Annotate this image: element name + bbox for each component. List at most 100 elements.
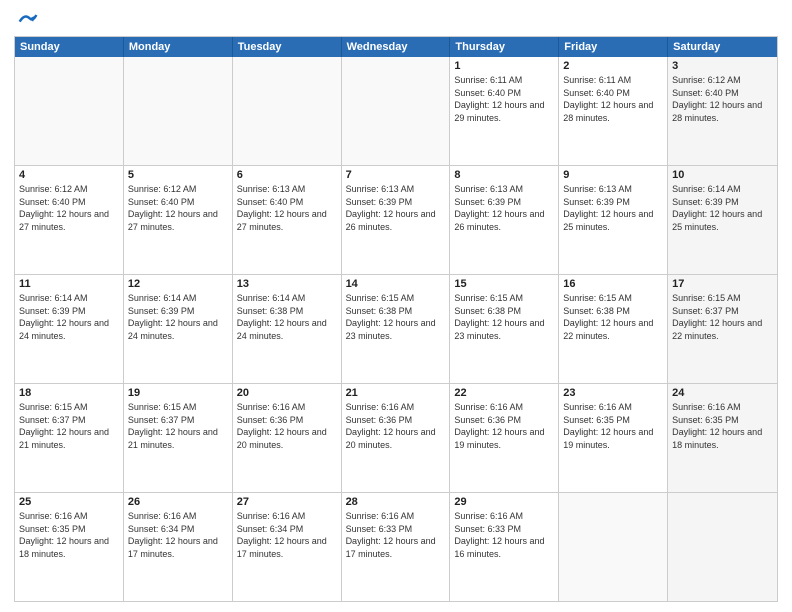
day-number: 11 [19,278,119,290]
day-info: Sunrise: 6:15 AM Sunset: 6:38 PM Dayligh… [563,292,663,342]
header-day-monday: Monday [124,37,233,57]
day-info: Sunrise: 6:14 AM Sunset: 6:38 PM Dayligh… [237,292,337,342]
day-info: Sunrise: 6:12 AM Sunset: 6:40 PM Dayligh… [672,74,773,124]
day-info: Sunrise: 6:15 AM Sunset: 6:37 PM Dayligh… [672,292,773,342]
day-cell-2: 2Sunrise: 6:11 AM Sunset: 6:40 PM Daylig… [559,57,668,165]
day-number: 29 [454,496,554,508]
day-cell-14: 14Sunrise: 6:15 AM Sunset: 6:38 PM Dayli… [342,275,451,383]
calendar-header: SundayMondayTuesdayWednesdayThursdayFrid… [15,37,777,57]
empty-cell-0-2 [233,57,342,165]
day-cell-8: 8 Sunrise: 6:13 AM Sunset: 6:39 PM Daylig… [450,166,559,274]
day-number: 23 [563,387,663,399]
day-number: 20 [237,387,337,399]
calendar-body: 1 Sunrise: 6:11 AM Sunset: 6:40 PM Daylig… [15,57,777,601]
day-cell-27: 27 Sunrise: 6:16 AM Sunset: 6:34 PM Dayli… [233,493,342,601]
day-cell-6: 6 Sunrise: 6:13 AM Sunset: 6:40 PM Daylig… [233,166,342,274]
day-cell-9: 9 Sunrise: 6:13 AM Sunset: 6:39 PM Daylig… [559,166,668,274]
day-number: 21 [346,387,446,399]
day-cell-12: 12 Sunrise: 6:14 AM Sunset: 6:39 PM Dayli… [124,275,233,383]
day-cell-21: 21 Sunrise: 6:16 AM Sunset: 6:36 PM Dayli… [342,384,451,492]
day-cell-25: 25 Sunrise: 6:16 AM Sunset: 6:35 PM Dayli… [15,493,124,601]
day-number: 13 [237,278,337,290]
header-day-thursday: Thursday [450,37,559,57]
day-cell-13: 13 Sunrise: 6:14 AM Sunset: 6:38 PM Dayli… [233,275,342,383]
day-cell-11: 11 Sunrise: 6:14 AM Sunset: 6:39 PM Dayli… [15,275,124,383]
day-cell-18: 18 Sunrise: 6:15 AM Sunset: 6:37 PM Dayli… [15,384,124,492]
day-cell-16: 16Sunrise: 6:15 AM Sunset: 6:38 PM Dayli… [559,275,668,383]
day-info: Sunrise: 6:16 AM Sunset: 6:34 PM Dayligh… [237,510,337,560]
header [14,10,778,30]
empty-cell-4-5 [559,493,668,601]
day-number: 27 [237,496,337,508]
day-cell-26: 26 Sunrise: 6:16 AM Sunset: 6:34 PM Dayli… [124,493,233,601]
header-day-wednesday: Wednesday [342,37,451,57]
empty-cell-0-3 [342,57,451,165]
day-cell-1: 1 Sunrise: 6:11 AM Sunset: 6:40 PM Daylig… [450,57,559,165]
header-day-tuesday: Tuesday [233,37,342,57]
day-number: 2 [563,60,663,72]
day-info: Sunrise: 6:13 AM Sunset: 6:39 PM Dayligh… [454,183,554,233]
calendar-row-3: 18 Sunrise: 6:15 AM Sunset: 6:37 PM Dayli… [15,383,777,492]
day-number: 3 [672,60,773,72]
calendar-row-4: 25 Sunrise: 6:16 AM Sunset: 6:35 PM Dayli… [15,492,777,601]
day-number: 12 [128,278,228,290]
calendar-row-0: 1 Sunrise: 6:11 AM Sunset: 6:40 PM Daylig… [15,57,777,165]
day-info: Sunrise: 6:16 AM Sunset: 6:35 PM Dayligh… [19,510,119,560]
day-info: Sunrise: 6:11 AM Sunset: 6:40 PM Dayligh… [454,74,554,124]
day-number: 26 [128,496,228,508]
day-info: Sunrise: 6:12 AM Sunset: 6:40 PM Dayligh… [128,183,228,233]
day-cell-3: 3 Sunrise: 6:12 AM Sunset: 6:40 PM Daylig… [668,57,777,165]
day-number: 6 [237,169,337,181]
day-cell-19: 19Sunrise: 6:15 AM Sunset: 6:37 PM Dayli… [124,384,233,492]
day-info: Sunrise: 6:14 AM Sunset: 6:39 PM Dayligh… [128,292,228,342]
empty-cell-4-6 [668,493,777,601]
calendar: SundayMondayTuesdayWednesdayThursdayFrid… [14,36,778,602]
empty-cell-0-1 [124,57,233,165]
day-info: Sunrise: 6:16 AM Sunset: 6:35 PM Dayligh… [563,401,663,451]
day-number: 15 [454,278,554,290]
day-info: Sunrise: 6:13 AM Sunset: 6:39 PM Dayligh… [346,183,446,233]
day-number: 24 [672,387,773,399]
calendar-row-1: 4 Sunrise: 6:12 AM Sunset: 6:40 PM Daylig… [15,165,777,274]
day-number: 9 [563,169,663,181]
day-cell-17: 17Sunrise: 6:15 AM Sunset: 6:37 PM Dayli… [668,275,777,383]
day-cell-24: 24 Sunrise: 6:16 AM Sunset: 6:35 PM Dayli… [668,384,777,492]
day-cell-28: 28 Sunrise: 6:16 AM Sunset: 6:33 PM Dayli… [342,493,451,601]
logo [14,10,38,30]
day-number: 28 [346,496,446,508]
day-info: Sunrise: 6:14 AM Sunset: 6:39 PM Dayligh… [19,292,119,342]
day-info: Sunrise: 6:13 AM Sunset: 6:40 PM Dayligh… [237,183,337,233]
day-info: Sunrise: 6:13 AM Sunset: 6:39 PM Dayligh… [563,183,663,233]
page: SundayMondayTuesdayWednesdayThursdayFrid… [0,0,792,612]
day-info: Sunrise: 6:14 AM Sunset: 6:39 PM Dayligh… [672,183,773,233]
day-number: 18 [19,387,119,399]
day-info: Sunrise: 6:12 AM Sunset: 6:40 PM Dayligh… [19,183,119,233]
day-number: 8 [454,169,554,181]
header-day-sunday: Sunday [15,37,124,57]
day-number: 4 [19,169,119,181]
calendar-row-2: 11 Sunrise: 6:14 AM Sunset: 6:39 PM Dayli… [15,274,777,383]
day-number: 10 [672,169,773,181]
day-number: 22 [454,387,554,399]
day-info: Sunrise: 6:16 AM Sunset: 6:33 PM Dayligh… [346,510,446,560]
day-info: Sunrise: 6:16 AM Sunset: 6:36 PM Dayligh… [346,401,446,451]
day-info: Sunrise: 6:15 AM Sunset: 6:38 PM Dayligh… [454,292,554,342]
day-info: Sunrise: 6:16 AM Sunset: 6:34 PM Dayligh… [128,510,228,560]
day-info: Sunrise: 6:16 AM Sunset: 6:36 PM Dayligh… [237,401,337,451]
day-info: Sunrise: 6:16 AM Sunset: 6:36 PM Dayligh… [454,401,554,451]
day-cell-5: 5Sunrise: 6:12 AM Sunset: 6:40 PM Daylig… [124,166,233,274]
day-cell-20: 20 Sunrise: 6:16 AM Sunset: 6:36 PM Dayli… [233,384,342,492]
day-cell-22: 22 Sunrise: 6:16 AM Sunset: 6:36 PM Dayli… [450,384,559,492]
day-number: 19 [128,387,228,399]
day-cell-4: 4 Sunrise: 6:12 AM Sunset: 6:40 PM Daylig… [15,166,124,274]
logo-icon [18,10,38,30]
day-number: 14 [346,278,446,290]
day-info: Sunrise: 6:15 AM Sunset: 6:37 PM Dayligh… [19,401,119,451]
day-info: Sunrise: 6:16 AM Sunset: 6:35 PM Dayligh… [672,401,773,451]
empty-cell-0-0 [15,57,124,165]
day-cell-7: 7Sunrise: 6:13 AM Sunset: 6:39 PM Daylig… [342,166,451,274]
day-number: 25 [19,496,119,508]
day-number: 1 [454,60,554,72]
day-cell-29: 29Sunrise: 6:16 AM Sunset: 6:33 PM Dayli… [450,493,559,601]
header-day-friday: Friday [559,37,668,57]
